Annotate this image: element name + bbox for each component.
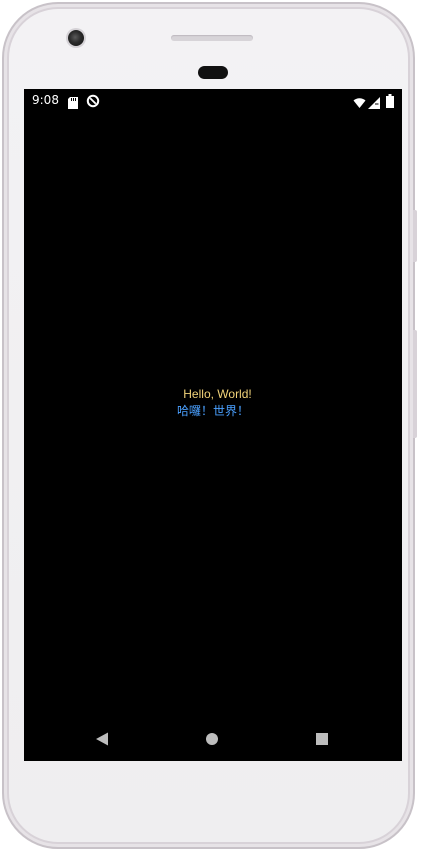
volume-button	[413, 210, 417, 262]
wifi-icon	[353, 94, 366, 108]
hello-world-text: Hello, World!	[183, 387, 252, 401]
back-icon[interactable]	[95, 731, 109, 746]
sd-card-icon	[68, 94, 78, 109]
status-time: 9:08	[32, 93, 59, 107]
earpiece-speaker	[171, 35, 253, 41]
phone-screen: 9:08 Hello, World! 哈囉！世界！	[24, 89, 402, 761]
phone-frame: 9:08 Hello, World! 哈囉！世界！	[2, 2, 417, 849]
battery-icon	[386, 93, 394, 108]
proximity-sensor	[198, 66, 228, 79]
sync-icon	[86, 93, 100, 108]
home-icon[interactable]	[205, 731, 219, 745]
navigation-bar	[24, 711, 402, 761]
hello-world-chinese-text: 哈囉！世界！	[176, 404, 249, 418]
signal-icon	[368, 94, 380, 109]
front-camera	[68, 30, 84, 46]
recents-icon[interactable]	[315, 731, 329, 745]
power-button	[413, 330, 417, 438]
status-bar: 9:08	[24, 89, 402, 111]
